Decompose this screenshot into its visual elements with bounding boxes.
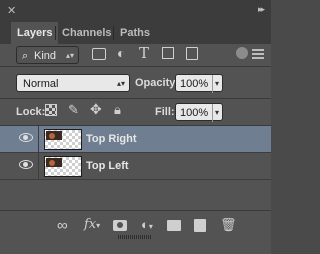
search-icon: ⌕ — [22, 50, 29, 62]
panel-menu-icon[interactable] — [252, 49, 264, 61]
fill-field[interactable]: 100% ▾ — [175, 103, 223, 122]
lock-image-pixels-icon[interactable]: ✎ — [68, 102, 79, 118]
lock-label: Lock: — [16, 106, 46, 118]
visibility-eye-icon[interactable] — [19, 133, 33, 142]
filter-kind-dropdown[interactable]: ⌕ Kind ▴▾ — [16, 46, 79, 64]
new-layer-icon[interactable] — [194, 219, 206, 232]
filter-adjustment-layers-icon[interactable]: ◐ — [117, 45, 125, 61]
layer-thumbnail — [44, 156, 82, 177]
new-adjustment-layer-icon[interactable]: ◐▾ — [141, 217, 153, 233]
delete-layer-trash-icon[interactable]: 🗑︎ — [220, 217, 237, 233]
fill-value: 100% — [180, 107, 209, 119]
filter-shape-layers-icon[interactable] — [162, 47, 174, 59]
layer-row-top-left[interactable]: Top Left — [0, 153, 271, 180]
opacity-field[interactable]: 100% ▾ — [175, 74, 223, 93]
chevron-updown-icon: ▴▾ — [116, 79, 125, 88]
lock-all-icon[interactable]: 🔒︎ — [114, 102, 121, 118]
close-icon[interactable]: ✕ — [7, 4, 16, 17]
layer-name[interactable]: Top Left — [86, 153, 129, 180]
chevron-down-icon[interactable]: ▾ — [211, 75, 219, 93]
layer-style-fx-icon[interactable]: fx▾ — [84, 217, 100, 233]
divider — [38, 153, 39, 180]
filter-smart-objects-icon[interactable] — [186, 47, 198, 60]
tab-paths[interactable]: Paths — [114, 22, 156, 44]
filter-pixel-layers-icon[interactable] — [92, 48, 106, 60]
lock-position-icon[interactable]: ✥ — [90, 101, 102, 118]
layer-name[interactable]: Top Right — [86, 126, 137, 153]
divider — [0, 98, 271, 99]
layer-row-top-right[interactable]: Top Right — [0, 126, 271, 153]
chevron-updown-icon: ▴▾ — [65, 51, 74, 60]
visibility-eye-icon[interactable] — [19, 160, 33, 169]
resize-grip[interactable] — [118, 235, 152, 239]
add-mask-icon[interactable] — [113, 220, 127, 231]
filter-type-layers-icon[interactable]: T — [139, 44, 149, 62]
tab-channels[interactable]: Channels — [56, 22, 118, 44]
layers-panel: ✕ ▸▸ Layers Channels Paths ⌕ Kind ▴▾ ◐ T… — [0, 0, 271, 254]
collapse-icon[interactable]: ▸▸ — [258, 4, 265, 15]
opacity-label: Opacity: — [135, 77, 180, 89]
blend-mode-value: Normal — [23, 78, 59, 90]
link-layers-icon[interactable]: ∞ — [57, 217, 68, 234]
opacity-value: 100% — [180, 78, 209, 90]
fill-label: Fill: — [155, 106, 175, 118]
filter-toggle-icon[interactable] — [236, 47, 248, 59]
filter-kind-label: Kind — [34, 50, 57, 62]
tab-bar: Layers Channels Paths — [0, 22, 271, 59]
lock-transparent-pixels-icon[interactable] — [45, 104, 57, 116]
layers-footer-toolbar: ∞ fx▾ ◐▾ 🗑︎ — [0, 210, 271, 254]
new-group-folder-icon[interactable] — [167, 220, 181, 231]
blend-mode-dropdown[interactable]: Normal ▴▾ — [16, 74, 130, 92]
divider — [0, 66, 271, 67]
divider — [38, 126, 39, 153]
layer-thumbnail — [44, 129, 82, 150]
chevron-down-icon[interactable]: ▾ — [211, 104, 219, 122]
panel-title-bar: ✕ ▸▸ — [0, 0, 271, 22]
tab-layers[interactable]: Layers — [11, 22, 59, 44]
